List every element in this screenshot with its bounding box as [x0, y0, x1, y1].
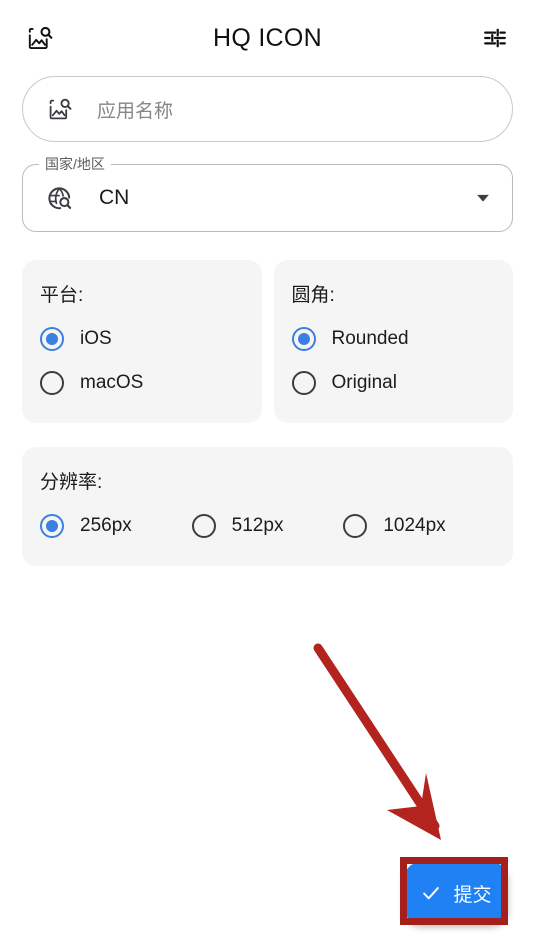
options-row: 平台: iOS macOS 圆角: Rounded Original	[22, 260, 513, 423]
radio-label: 256px	[80, 515, 132, 536]
radio-option-256px[interactable]: 256px	[40, 508, 192, 544]
resolution-card-title: 分辨率:	[40, 472, 103, 493]
radio-option-1024px[interactable]: 1024px	[343, 508, 495, 544]
chevron-down-icon[interactable]	[472, 187, 494, 209]
radio-indicator	[291, 327, 316, 351]
annotation-highlight-box	[400, 857, 508, 925]
radio-indicator	[191, 514, 216, 538]
app-bar: HQ ICON	[0, 0, 535, 76]
radio-label: iOS	[80, 328, 112, 349]
image-search-icon	[45, 94, 75, 124]
annotation-arrow-icon	[313, 643, 441, 840]
tune-sliders-glyph	[484, 28, 506, 48]
resolution-card: 分辨率: 256px 512px 1024px	[22, 447, 513, 566]
globe-search-icon	[43, 182, 75, 214]
app-name-placeholder: 应用名称	[97, 100, 174, 122]
corner-radius-card-title: 圆角:	[291, 285, 335, 306]
radio-indicator	[291, 371, 316, 395]
radio-indicator	[343, 514, 368, 538]
image-search-glyph	[28, 26, 52, 49]
radio-option-ios[interactable]: iOS	[40, 321, 244, 357]
country-region-select[interactable]: 国家/地区 CN	[22, 155, 513, 232]
radio-indicator	[40, 327, 64, 351]
corner-radius-radio-group: Rounded Original	[291, 321, 496, 401]
chevron-down-glyph	[477, 194, 489, 202]
platform-card: 平台: iOS macOS	[22, 260, 262, 423]
image-search-glyph	[49, 98, 71, 119]
radio-indicator	[40, 371, 64, 395]
radio-label: macOS	[80, 372, 144, 393]
radio-label: 1024px	[383, 515, 446, 536]
tune-sliders-icon[interactable]	[473, 16, 517, 60]
country-region-value: CN	[99, 186, 130, 209]
radio-indicator	[40, 514, 64, 538]
platform-radio-group: iOS macOS	[40, 321, 244, 401]
radio-option-rounded[interactable]: Rounded	[291, 321, 496, 357]
radio-option-macos[interactable]: macOS	[40, 365, 244, 401]
radio-option-original[interactable]: Original	[291, 365, 496, 401]
platform-card-title: 平台:	[40, 285, 84, 306]
radio-label: 512px	[231, 515, 284, 536]
radio-option-512px[interactable]: 512px	[191, 508, 344, 544]
image-search-icon[interactable]	[18, 16, 62, 60]
resolution-radio-group: 256px 512px 1024px	[40, 508, 495, 544]
globe-search-glyph	[47, 186, 71, 209]
page-title: HQ ICON	[212, 23, 323, 52]
form-content: 应用名称 国家/地区 CN 平台: iOS macOS 圆角: Rounded …	[0, 76, 535, 566]
country-region-label: 国家/地区	[39, 155, 111, 173]
radio-label: Original	[331, 372, 397, 393]
radio-label: Rounded	[331, 328, 409, 349]
corner-radius-card: 圆角: Rounded Original	[273, 260, 513, 423]
app-name-search-input[interactable]: 应用名称	[22, 76, 513, 142]
country-region-select-box[interactable]: CN	[22, 164, 513, 232]
